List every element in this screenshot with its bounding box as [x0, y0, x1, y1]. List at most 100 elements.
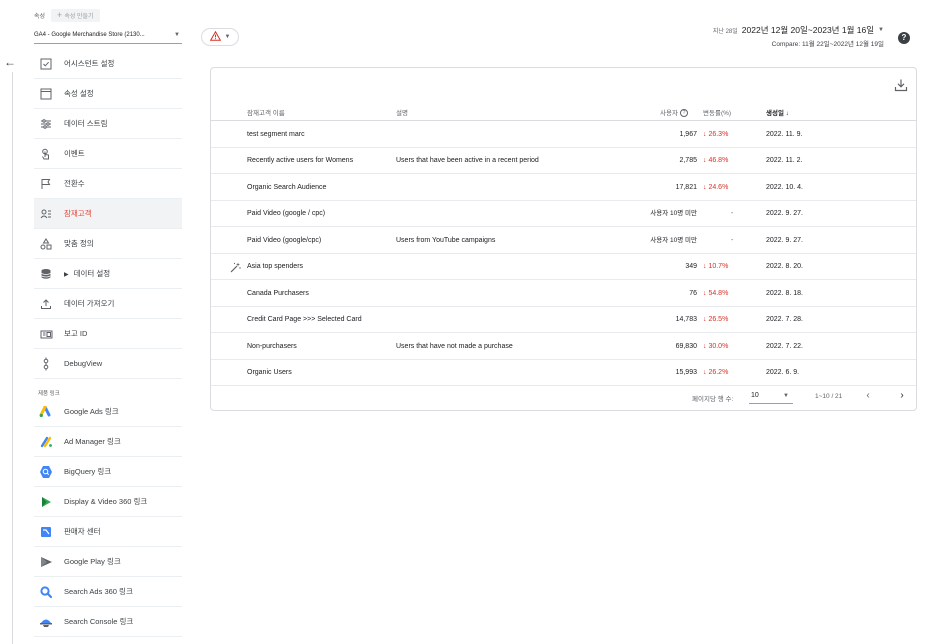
sidebar-item-search-ads-links[interactable]: Search Ads 360 링크	[34, 577, 182, 607]
sidebar-item-conversions[interactable]: 전환수	[34, 169, 182, 199]
sidebar-item-reporting-identity[interactable]: 보고 ID	[34, 319, 182, 349]
date-range-picker[interactable]: 지난 28일 2022년 12월 20일~2023년 1월 16일 ▼ Comp…	[713, 24, 884, 48]
table-row[interactable]: Organic Users 15,993 ↓ 26.2% 2022. 6. 9.	[211, 360, 916, 386]
cell-change: ↓ 30.0%	[703, 342, 729, 350]
table-row[interactable]: Non-purchasers Users that have not made …	[211, 333, 916, 360]
sidebar-item-merchant-center[interactable]: 판매자 센터	[34, 517, 182, 547]
sidebar-item-property-settings[interactable]: 속성 설정	[34, 79, 182, 109]
cell-change: ↓ 10.7%	[703, 263, 729, 270]
cell-change: ↓ 26.3%	[703, 130, 729, 138]
cell-change: -	[731, 210, 734, 217]
sidebar-item-audiences[interactable]: 잠재고객	[34, 199, 182, 229]
property-select-value: GA4 - Google Merchandise Store (2130...	[34, 31, 145, 38]
column-header-created[interactable]: 생성일 ↓	[766, 107, 789, 117]
help-icon[interactable]: ?	[679, 109, 688, 118]
ad-manager-icon	[38, 434, 54, 450]
cell-name: Recently active users for Womens	[247, 157, 354, 164]
download-icon[interactable]	[894, 78, 908, 92]
chevron-right-icon[interactable]: ›	[896, 390, 908, 402]
cell-name: test segment marc	[247, 130, 305, 138]
merchant-center-icon	[38, 524, 54, 540]
sidebar-item-data-import[interactable]: 데이터 가져오기	[34, 289, 182, 319]
column-header-change[interactable]: 변동률(%)	[703, 107, 731, 117]
table-row[interactable]: Paid Video (google/cpc) Users from YouTu…	[211, 227, 916, 254]
sidebar-item-dv360-links[interactable]: Display & Video 360 링크	[34, 487, 182, 517]
cell-users: 1,967	[679, 130, 697, 138]
back-arrow-icon[interactable]: ←	[3, 55, 17, 69]
touch-icon	[38, 146, 54, 162]
cell-name: Canada Purchasers	[247, 289, 309, 297]
table-row[interactable]: Organic Search Audience 17,821 ↓ 24.6% 2…	[211, 174, 916, 201]
table-row[interactable]: test segment marc 1,967 ↓ 26.3% 2022. 11…	[211, 121, 916, 148]
sidebar-item-search-console-links[interactable]: Search Console 링크	[34, 607, 182, 637]
sidebar-item-label: 맞춤 정의	[64, 239, 94, 248]
date-range-line: 지난 28일 2022년 12월 20일~2023년 1월 16일 ▼	[713, 24, 884, 36]
table-row[interactable]: Asia top spenders 349 ↓ 10.7% 2022. 8. 2…	[211, 254, 916, 280]
cell-change: ↓ 24.6%	[703, 183, 729, 191]
audiences-table-card: 잠재고객 이름 설명 사용자? 변동률(%) 생성일 ↓ test segmen…	[210, 67, 917, 411]
cell-name: Organic Users	[247, 369, 292, 376]
magic-wand-icon	[230, 262, 241, 273]
cell-users: 76	[689, 289, 697, 297]
cell-users: 사용자 10명 미만	[650, 210, 697, 217]
cell-description: Users that have been active in a recent …	[396, 157, 539, 164]
column-header-name[interactable]: 잠재고객 이름	[247, 107, 285, 117]
google-play-icon	[38, 554, 54, 570]
sidebar-item-events[interactable]: 이벤트	[34, 139, 182, 169]
cell-users: 15,993	[675, 369, 697, 376]
cell-users: 14,783	[675, 316, 697, 323]
search-console-icon	[38, 614, 54, 630]
cell-change: ↓ 54.8%	[703, 289, 729, 297]
table-row[interactable]: Credit Card Page >>> Selected Card 14,78…	[211, 307, 916, 333]
rows-per-page-select[interactable]: 10 ▼	[749, 388, 793, 404]
sidebar-item-label: Search Console 링크	[64, 617, 134, 626]
sidebar-item-label: 데이터 가져오기	[64, 299, 115, 308]
sidebar-item-bigquery-links[interactable]: BigQuery 링크	[34, 457, 182, 487]
sidebar-item-label: 잠재고객	[64, 209, 92, 218]
sidebar-item-debugview[interactable]: DebugView	[34, 349, 182, 379]
table-row[interactable]: Paid Video (google / cpc) 사용자 10명 미만 - 2…	[211, 201, 916, 227]
window-icon	[38, 86, 54, 102]
debug-icon	[38, 356, 54, 372]
sidebar-item-data-streams[interactable]: 데이터 스트림	[34, 109, 182, 139]
pagination-range: 1~10 / 21	[815, 393, 843, 400]
cell-created: 2022. 10. 4.	[766, 183, 803, 191]
property-select[interactable]: GA4 - Google Merchandise Store (2130... …	[34, 26, 182, 44]
sidebar-item-text: 데이터 설정	[73, 269, 111, 278]
cell-change: ↓ 46.8%	[703, 157, 729, 164]
sidebar-item-custom-definitions[interactable]: 맞춤 정의	[34, 229, 182, 259]
caret-down-icon[interactable]: ▼	[878, 27, 884, 33]
alerts-button[interactable]: ▼	[201, 28, 239, 46]
cell-description: Users from YouTube campaigns	[396, 236, 496, 244]
plus-icon: +	[57, 10, 63, 20]
column-header-description[interactable]: 설명	[396, 107, 408, 117]
database-icon	[38, 266, 54, 282]
sidebar-item-google-play-links[interactable]: Google Play 링크	[34, 547, 182, 577]
date-range-value: 2022년 12월 20일~2023년 1월 16일	[741, 25, 875, 35]
cell-name: Organic Search Audience	[247, 183, 327, 191]
table-row[interactable]: Recently active users for Womens Users t…	[211, 148, 916, 174]
caret-down-icon: ▼	[174, 31, 180, 38]
create-property-button[interactable]: + 속성 만들기	[51, 8, 100, 22]
chevron-left-icon[interactable]: ‹	[862, 390, 874, 402]
date-range-prefix: 지난 28일	[712, 28, 738, 35]
sidebar-item-google-ads-links[interactable]: Google Ads 링크	[34, 397, 182, 427]
sidebar-item-assistant-setup[interactable]: 어시스턴트 설정	[34, 49, 182, 79]
sidebar-item-ad-manager-links[interactable]: Ad Manager 링크	[34, 427, 182, 457]
sidebar-item-data-settings[interactable]: ▶ 데이터 설정	[34, 259, 182, 289]
sidebar-item-label: Search Ads 360 링크	[64, 587, 133, 596]
sidebar-item-label: DebugView	[64, 359, 103, 368]
cell-created: 2022. 11. 9.	[766, 130, 803, 138]
column-header-users[interactable]: 사용자?	[660, 107, 688, 118]
cell-created: 2022. 8. 20.	[766, 263, 803, 270]
table-row[interactable]: Canada Purchasers 76 ↓ 54.8% 2022. 8. 18…	[211, 280, 916, 307]
sidebar-item-label: ▶ 데이터 설정	[64, 268, 110, 279]
cell-users: 349	[685, 263, 697, 270]
cell-change: ↓ 26.5%	[703, 316, 729, 323]
report-id-icon	[38, 326, 54, 342]
bigquery-icon	[38, 464, 54, 480]
property-label: 속성	[34, 13, 46, 20]
sidebar-item-label: 판매자 센터	[64, 527, 101, 536]
help-icon[interactable]: ?	[898, 32, 910, 44]
sidebar-item-label: Google Play 링크	[64, 557, 121, 566]
